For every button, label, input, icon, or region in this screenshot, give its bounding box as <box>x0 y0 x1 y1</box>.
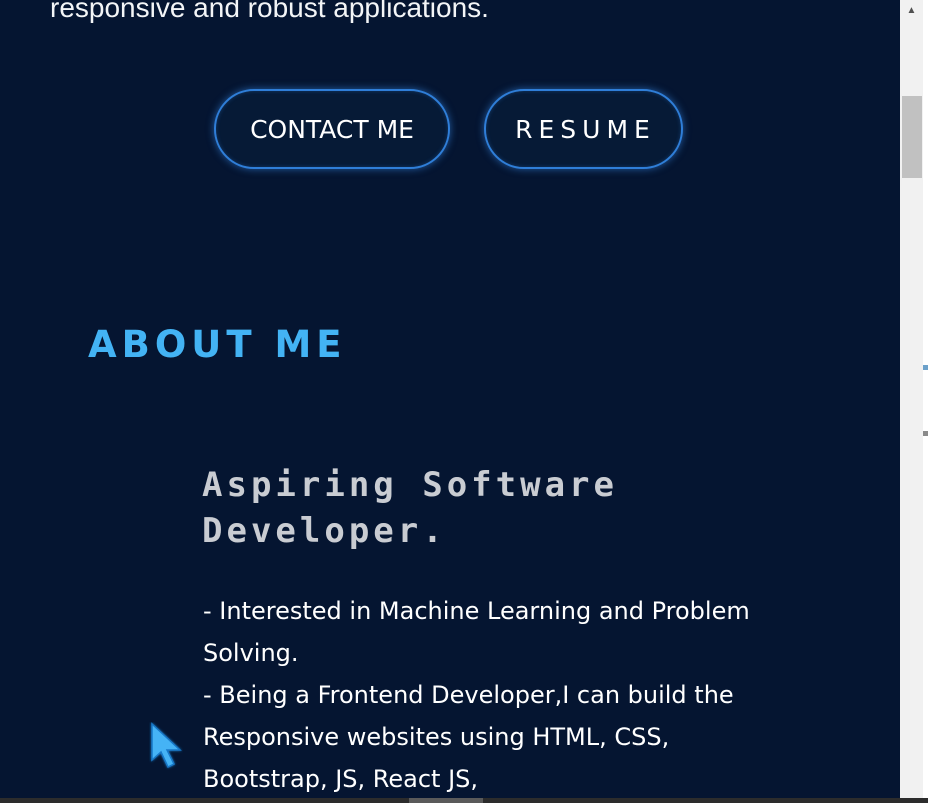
contact-me-button[interactable]: CONTACT ME <box>214 89 450 169</box>
vertical-scrollbar[interactable]: ▲ <box>900 0 928 798</box>
mouse-pointer-icon <box>151 722 182 769</box>
horizontal-scroll-thumb[interactable] <box>409 798 483 803</box>
about-section-title: ABOUT ME <box>88 323 347 366</box>
about-line-frontend: - Being a Frontend Developer,I can build… <box>203 681 734 793</box>
scrollbar-marker <box>923 365 928 370</box>
scroll-up-arrow-icon[interactable]: ▲ <box>900 0 923 20</box>
about-description: - Interested in Machine Learning and Pro… <box>203 590 793 798</box>
scrollbar-marker <box>923 431 928 436</box>
portfolio-page: responsive and robust applications. CONT… <box>0 0 900 798</box>
hero-description-tail: responsive and robust applications. <box>50 0 489 23</box>
horizontal-scrollbar[interactable] <box>0 798 928 803</box>
resume-button[interactable]: RESUME <box>484 89 683 169</box>
scrollbar-edge-rail <box>923 0 928 798</box>
vertical-scroll-thumb[interactable] <box>902 96 922 178</box>
about-line-machine-learning: - Interested in Machine Learning and Pro… <box>203 597 750 667</box>
about-heading: Aspiring Software Developer. <box>202 465 618 551</box>
